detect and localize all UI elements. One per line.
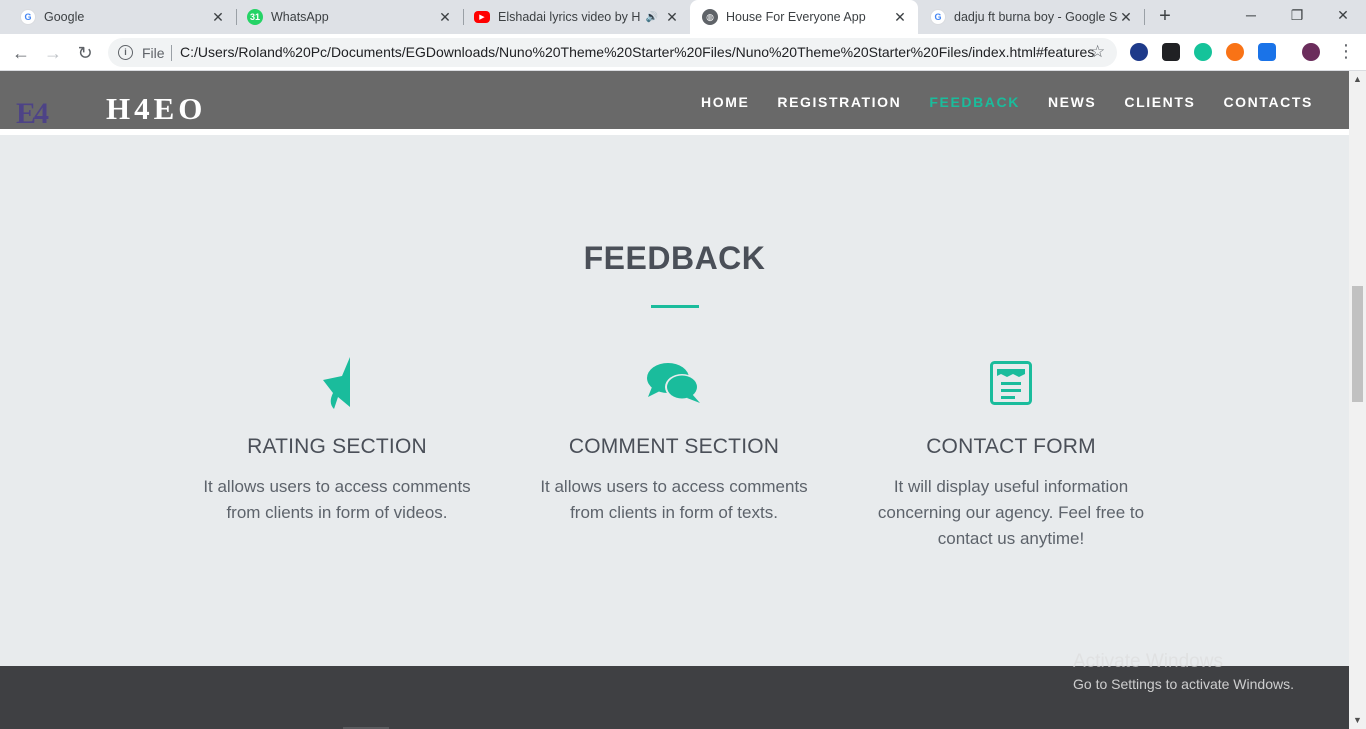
section-title: FEEDBACK xyxy=(583,240,766,276)
reload-button[interactable]: ↻ xyxy=(72,40,98,66)
tab-title: dadju ft burna boy - Google Se... xyxy=(954,10,1118,24)
tab-title: Google xyxy=(44,10,85,24)
navbar-divider xyxy=(0,129,1349,135)
browser-tab-google-search[interactable]: G dadju ft burna boy - Google Se... ✕ xyxy=(918,0,1144,34)
extension-icon[interactable] xyxy=(1130,43,1148,61)
url-scheme: File xyxy=(142,45,165,61)
browser-tab-whatsapp[interactable]: 31 WhatsApp ✕ xyxy=(237,0,463,34)
tab-title: House For Everyone App xyxy=(726,10,866,24)
nav-home[interactable]: HOME xyxy=(701,94,749,110)
feature-heading: COMMENT SECTION xyxy=(568,435,780,458)
browser-tab-active[interactable]: ◍ House For Everyone App ✕ xyxy=(690,0,918,34)
browser-tab-youtube[interactable]: ▶ Elshadai lyrics video by H-... 🔊 ✕ xyxy=(464,0,690,34)
close-tab-icon[interactable]: ✕ xyxy=(210,9,226,26)
site-navbar: E4 H4EO HOME REGISTRATION FEEDBACK NEWS … xyxy=(0,71,1349,130)
feature-description: It allows users to access comments from … xyxy=(540,477,808,522)
minimize-button[interactable]: ─ xyxy=(1228,0,1274,30)
back-button[interactable]: ← xyxy=(8,40,34,66)
section-title-underline xyxy=(651,305,699,308)
close-tab-icon[interactable]: ✕ xyxy=(437,9,453,26)
whatsapp-icon: 31 xyxy=(247,9,263,25)
feature-description: It allows users to access comments from … xyxy=(203,477,471,522)
feature-heading: CONTACT FORM xyxy=(926,435,1096,458)
menu-kebab-icon[interactable]: ⋮ xyxy=(1337,41,1355,62)
grammarly-icon[interactable] xyxy=(1194,43,1212,61)
logo-text: H4EO xyxy=(106,91,207,126)
youtube-icon: ▶ xyxy=(474,11,490,23)
nav-feedback[interactable]: FEEDBACK xyxy=(929,94,1020,110)
windows-activation-watermark: Activate Windows Go to Settings to activ… xyxy=(1073,651,1294,692)
close-tab-icon[interactable]: ✕ xyxy=(1118,9,1134,26)
feature-rating: RATING SECTION It allows users to access… xyxy=(187,353,487,526)
profile-avatar[interactable] xyxy=(1302,43,1320,61)
close-tab-icon[interactable]: ✕ xyxy=(892,9,908,26)
page-scrollbar[interactable]: ▲ ▼ xyxy=(1349,71,1366,729)
site-nav-links: HOME REGISTRATION FEEDBACK NEWS CLIENTS … xyxy=(701,94,1313,110)
watermark-title: Activate Windows xyxy=(1073,651,1223,672)
browser-tab-strip: G Google ✕ 31 WhatsApp ✕ ▶ Elshadai lyri… xyxy=(0,0,1366,34)
browser-toolbar: ← → ↻ i File C:/Users/Roland%20Pc/Docume… xyxy=(0,34,1366,71)
logo-mark: E4 xyxy=(16,97,49,130)
google-icon: G xyxy=(930,9,946,25)
site-logo[interactable]: E4 H4EO xyxy=(16,91,207,130)
bookmark-star-icon[interactable]: ☆ xyxy=(1090,42,1105,62)
extension-icon[interactable] xyxy=(1162,43,1180,61)
nav-registration[interactable]: REGISTRATION xyxy=(777,94,901,110)
feature-description: It will display useful information conce… xyxy=(877,477,1145,548)
close-tab-icon[interactable]: ✕ xyxy=(664,9,680,26)
address-bar[interactable]: i File C:/Users/Roland%20Pc/Documents/EG… xyxy=(108,38,1117,67)
browser-tab-google[interactable]: G Google ✕ xyxy=(0,0,236,34)
restore-button[interactable]: ❐ xyxy=(1274,0,1320,30)
forward-button[interactable]: → xyxy=(40,40,66,66)
new-tab-button[interactable]: + xyxy=(1153,4,1177,28)
half-star-icon xyxy=(187,353,487,413)
scroll-up-arrow-icon[interactable]: ▲ xyxy=(1349,71,1366,88)
nav-news[interactable]: NEWS xyxy=(1048,94,1096,110)
feature-heading: RATING SECTION xyxy=(247,435,427,458)
close-window-button[interactable]: ✕ xyxy=(1320,0,1366,30)
nav-contacts[interactable]: CONTACTS xyxy=(1223,94,1313,110)
scroll-down-arrow-icon[interactable]: ▼ xyxy=(1349,712,1366,729)
google-icon: G xyxy=(20,9,36,25)
page-viewport: E4 H4EO HOME REGISTRATION FEEDBACK NEWS … xyxy=(0,71,1349,729)
globe-icon: ◍ xyxy=(702,9,718,25)
comments-icon xyxy=(524,353,824,413)
url-text[interactable]: C:/Users/Roland%20Pc/Documents/EGDownloa… xyxy=(180,44,1094,60)
feature-comment: COMMENT SECTION It allows users to acces… xyxy=(524,353,824,526)
extension-icon[interactable] xyxy=(1258,43,1276,61)
form-icon xyxy=(861,353,1161,413)
extension-icon[interactable] xyxy=(1226,43,1244,61)
scrollbar-thumb[interactable] xyxy=(1352,286,1363,402)
feature-contact-form: CONTACT FORM It will display useful info… xyxy=(861,353,1161,552)
info-icon[interactable]: i xyxy=(118,45,133,60)
nav-clients[interactable]: CLIENTS xyxy=(1124,94,1195,110)
speaker-icon[interactable]: 🔊 xyxy=(646,12,658,23)
watermark-subtitle: Go to Settings to activate Windows. xyxy=(1073,676,1294,692)
tab-title: Elshadai lyrics video by H-... xyxy=(498,10,640,24)
tab-title: WhatsApp xyxy=(271,10,329,24)
